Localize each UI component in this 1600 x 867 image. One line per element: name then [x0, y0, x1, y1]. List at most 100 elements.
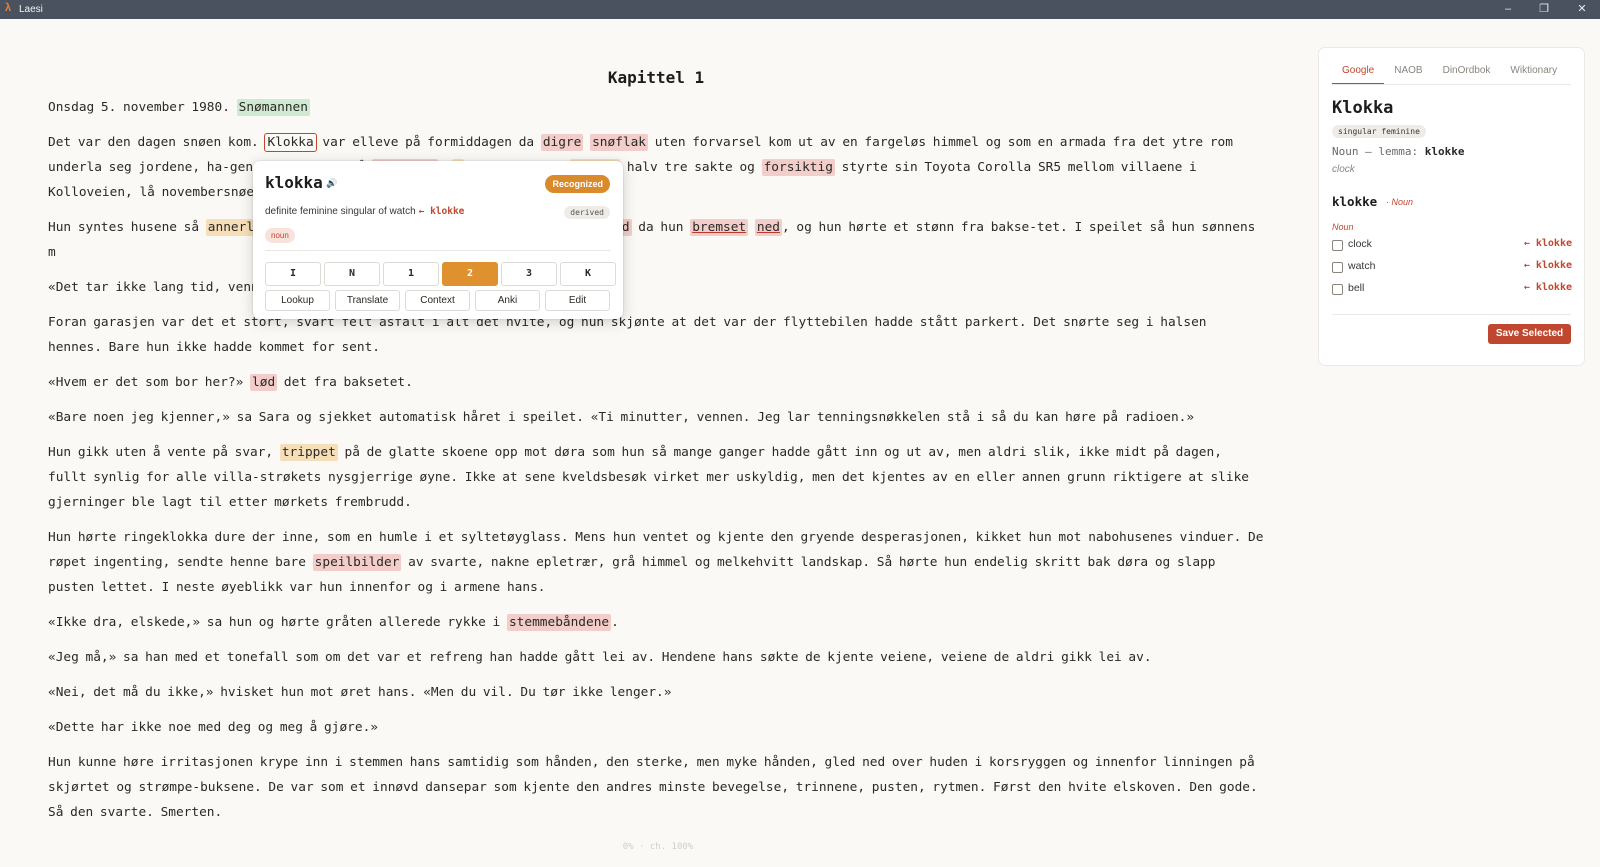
level-button-1[interactable]: 1 — [383, 262, 439, 286]
paragraph: «Ikke dra, elskede,» sa hun og hørte grå… — [48, 610, 1264, 635]
reader-pane: Kapittel 1 Onsdag 5. november 1980. Snøm… — [48, 68, 1264, 835]
text-run: det fra baksetet. — [277, 375, 413, 390]
translation-label: watch — [1348, 260, 1376, 272]
paragraph: Onsdag 5. november 1980. Snømannen — [48, 95, 1264, 120]
text-run: Det var den dagen snøen kom. — [48, 135, 266, 150]
translation-lemma: ← klokke — [1523, 282, 1572, 293]
highlighted-word[interactable]: forsiktig — [761, 159, 835, 176]
paragraph: Hun syntes husene så annerledebi oppkjør… — [48, 215, 1264, 265]
translation-item[interactable]: clock ← klokke — [1332, 238, 1572, 254]
title-bar: λ Laesi – ❐ ✕ — [0, 0, 1600, 19]
paragraph: Foran garasjen var det et stort, svart f… — [48, 310, 1264, 360]
text-run: da hun — [631, 220, 691, 235]
highlighted-word[interactable]: speilbilder — [312, 554, 402, 571]
level-selector: IN123K — [265, 262, 616, 286]
entry-pos-inline: · Noun — [1386, 197, 1414, 207]
edit-button[interactable]: Edit — [545, 290, 610, 311]
paragraph: «Jeg må,» sa han med et tonefall som om … — [48, 645, 1264, 670]
window-title: Laesi — [19, 4, 43, 15]
paragraph: «Bare noen jeg kjenner,» sa Sara og sjek… — [48, 405, 1264, 430]
context-button[interactable]: Context — [405, 290, 470, 311]
progress-footer: 0% · ch. 100% — [622, 842, 694, 852]
chapter-title: Kapittel 1 — [607, 68, 705, 87]
pos-chip: noun — [265, 228, 295, 243]
entry-pos: Noun — [1332, 222, 1354, 232]
gloss-text: definite feminine singular of watch — [265, 206, 416, 217]
speaker-icon[interactable]: 🔊 — [326, 178, 337, 189]
tab-google[interactable]: Google — [1332, 62, 1385, 85]
status-badge: Recognized — [545, 175, 610, 193]
save-selected-button[interactable]: Save Selected — [1488, 324, 1571, 344]
text-run — [748, 220, 755, 235]
dictionary-panel: Google NAOB DinOrdbok Wiktionary Klokka sin… — [1318, 47, 1585, 366]
paragraph: «Hvem er det som bor her?» lød det fra b… — [48, 370, 1264, 395]
text-run: Foran garasjen var det et stort, svart f… — [48, 315, 1207, 355]
paragraph: «Dette har ikke noe med deg og meg å gjø… — [48, 715, 1264, 740]
text-run: «Bare noen jeg kjenner,» sa Sara og sjek… — [48, 410, 1195, 425]
sense-text: clock — [1332, 164, 1355, 175]
level-button-n[interactable]: N — [324, 262, 380, 286]
text-run: «Hvem er det som bor her?» — [48, 375, 251, 390]
anki-button[interactable]: Anki — [475, 290, 540, 311]
highlighted-word[interactable]: bremset — [690, 219, 749, 236]
dictionary-tabs: Google NAOB DinOrdbok Wiktionary — [1332, 62, 1567, 85]
maximize-button[interactable]: ❐ — [1529, 1, 1559, 18]
popup-actions: Lookup Translate Context Anki Edit — [265, 290, 610, 311]
highlighted-word[interactable]: trippet — [279, 444, 338, 461]
entry-word: klokke — [1332, 194, 1378, 209]
tab-dinordbok[interactable]: DinOrdbok — [1433, 62, 1501, 85]
highlighted-word[interactable]: snøflak — [590, 134, 648, 151]
paragraph: «Det tar ikke lang tid, vennen,» — [48, 275, 1264, 300]
paragraph: Hun hørte ringeklokka dure der inne, som… — [48, 525, 1264, 600]
text-run: «Dette har ikke noe med deg og meg å gjø… — [48, 720, 378, 735]
tab-naob[interactable]: NAOB — [1384, 62, 1432, 85]
highlighted-word[interactable]: lød — [250, 374, 278, 391]
translation-checkbox[interactable] — [1332, 240, 1343, 251]
text-run: Hun kunne høre irritasjonen krype inn i … — [48, 755, 1258, 820]
lookup-button[interactable]: Lookup — [265, 290, 330, 311]
text-run: «Jeg må,» sa han med et tonefall som om … — [48, 650, 1152, 665]
translation-lemma: ← klokke — [1523, 238, 1572, 249]
translation-checkbox[interactable] — [1332, 262, 1343, 273]
highlighted-word[interactable]: stemmebåndene — [506, 614, 612, 631]
text-run: «Nei, det må du ikke,» hvisket hun mot ø… — [48, 685, 672, 700]
paragraph: Hun gikk uten å vente på svar, trippet p… — [48, 440, 1264, 515]
grammar-tag: singular feminine — [1332, 125, 1426, 138]
text-run: Hun gikk uten å vente på svar, — [48, 445, 280, 460]
highlighted-word[interactable]: digre — [540, 134, 584, 151]
text-run: var elleve på formiddagen da — [315, 135, 541, 150]
gloss-lemma-link[interactable]: ← klokke — [419, 206, 465, 217]
lemma-line: Noun — lemma: klokke — [1332, 145, 1464, 158]
app-logo-icon: λ — [5, 2, 12, 14]
translation-label: bell — [1348, 282, 1365, 294]
level-button-k[interactable]: K — [560, 262, 616, 286]
paragraph: Det var den dagen snøen kom. Klokka var … — [48, 130, 1264, 205]
tab-wiktionary[interactable]: Wiktionary — [1500, 62, 1567, 85]
chapter-text: Onsdag 5. november 1980. Snømannen Det va… — [48, 95, 1264, 825]
panel-divider — [1332, 314, 1571, 315]
translation-checkbox[interactable] — [1332, 284, 1343, 295]
lemma-prefix: Noun — lemma: — [1332, 145, 1425, 158]
translate-button[interactable]: Translate — [335, 290, 400, 311]
text-run: «Ikke dra, elskede,» sa hun og hørte grå… — [48, 615, 507, 630]
translation-lemma: ← klokke — [1523, 260, 1572, 271]
highlighted-word[interactable]: ned — [754, 219, 782, 236]
popup-divider — [265, 250, 611, 251]
word-popup: klokka 🔊 Recognized definite feminine si… — [253, 161, 623, 319]
level-button-2[interactable]: 2 — [442, 262, 498, 286]
selected-word[interactable]: Klokka — [264, 133, 317, 152]
level-button-3[interactable]: 3 — [501, 262, 557, 286]
translation-item[interactable]: watch ← klokke — [1332, 260, 1572, 276]
translation-item[interactable]: bell ← klokke — [1332, 282, 1572, 298]
text-run: Hun syntes husene så — [48, 220, 206, 235]
highlighted-word[interactable]: Snømannen — [236, 99, 310, 116]
level-button-i[interactable]: I — [265, 262, 321, 286]
text-run: Onsdag 5. november 1980. — [48, 100, 237, 115]
translation-label: clock — [1348, 238, 1372, 250]
dict-headword: Klokka — [1332, 98, 1394, 118]
minimize-button[interactable]: – — [1493, 1, 1523, 18]
close-button[interactable]: ✕ — [1567, 1, 1597, 18]
derived-badge: derived — [564, 206, 610, 219]
text-run: halv tre sakte og — [620, 160, 762, 175]
text-run: . — [611, 615, 619, 630]
